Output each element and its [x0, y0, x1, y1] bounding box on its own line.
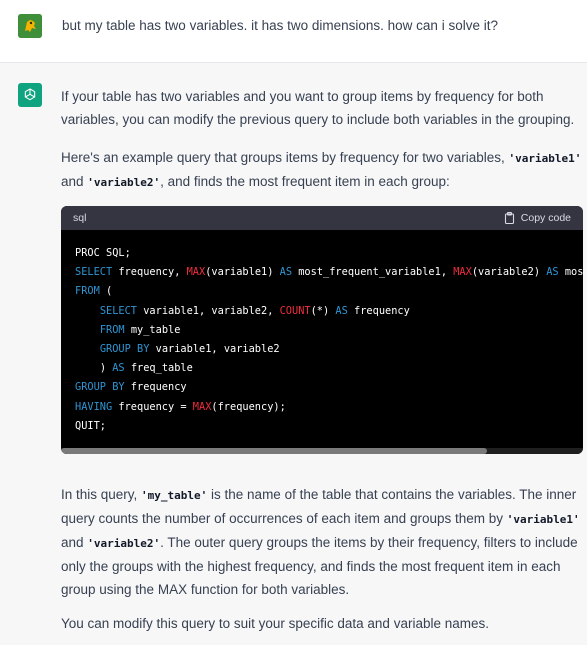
paragraph-text: Here's an example query that groups item…	[61, 150, 509, 165]
paragraph-example: Here's an example query that groups item…	[61, 146, 587, 194]
paragraph-text: , and finds the most frequent item in ea…	[160, 174, 450, 189]
code-text: (variable2)	[471, 266, 547, 279]
code-line: SELECT variable1, variable2, COUNT(*) AS…	[100, 305, 410, 317]
code-text: my_table	[124, 323, 181, 336]
code-text: freq_table	[124, 362, 193, 375]
sql-function: MAX	[192, 400, 212, 413]
sql-keyword: AS	[546, 266, 559, 279]
sql-function: MAX	[453, 266, 472, 279]
user-avatar-icon	[18, 14, 42, 38]
code-line: QUIT;	[75, 419, 106, 432]
sql-keyword: FROM	[99, 323, 125, 336]
code-content: PROC SQL; SELECT frequency, MAX(variable…	[61, 230, 583, 436]
code-text: frequency =	[112, 400, 193, 413]
paragraph-intro: If your table has two variables and you …	[61, 89, 575, 127]
copy-code-label: Copy code	[520, 212, 571, 224]
code-text: variable1, variable2,	[137, 304, 280, 317]
code-text: frequency	[124, 381, 187, 394]
code-block: sql Copy code PROC SQL; SELECT frequency…	[61, 206, 583, 454]
user-message-text: but my table has two variables. it has t…	[62, 18, 498, 33]
inline-code: 'variable1'	[508, 152, 582, 165]
user-message-row: but my table has two variables. it has t…	[0, 0, 587, 63]
sql-function: MAX	[186, 266, 206, 279]
code-text: )	[99, 362, 113, 375]
sql-keyword: AS	[335, 304, 348, 317]
paragraph-text: In this query,	[61, 487, 142, 502]
code-text: (frequency);	[211, 400, 286, 413]
paragraph-closing: You can modify this query to suit your s…	[61, 616, 489, 631]
sql-function: COUNT	[279, 304, 311, 317]
code-text: variable1, variable2	[149, 343, 280, 356]
sql-keyword: GROUP BY	[99, 343, 150, 356]
code-text: (variable1)	[205, 266, 280, 279]
code-language-label: sql	[73, 212, 87, 224]
paragraph-text: and	[61, 535, 88, 550]
paragraph-explanation: In this query, 'my_table' is the name of…	[61, 483, 583, 601]
code-text: (*)	[310, 304, 336, 317]
code-text: frequency,	[112, 266, 187, 279]
code-line: SELECT frequency, MAX(variable1) AS most…	[75, 266, 583, 278]
copy-code-button[interactable]: Copy code	[504, 212, 571, 224]
sql-keyword: HAVING	[75, 400, 113, 413]
sql-keyword: AS	[279, 266, 293, 279]
clipboard-icon	[504, 212, 514, 224]
sql-keyword: SELECT	[99, 304, 138, 317]
code-line: GROUP BY frequency	[75, 381, 187, 393]
code-line: ) AS freq_table	[100, 362, 193, 374]
code-line: HAVING frequency = MAX(frequency);	[75, 401, 286, 413]
inline-code: 'variable2'	[87, 537, 161, 550]
code-block-header: sql Copy code	[61, 206, 583, 230]
sql-keyword: GROUP BY	[75, 381, 125, 394]
sql-keyword: SELECT	[75, 266, 113, 279]
code-text: most_f	[564, 266, 583, 279]
scrollbar-thumb[interactable]	[61, 448, 487, 454]
code-line: GROUP BY variable1, variable2	[100, 343, 280, 355]
inline-code: 'my_table'	[141, 489, 208, 502]
code-text: (	[99, 285, 113, 298]
inline-code: 'variable1'	[506, 513, 580, 526]
code-line: FROM my_table	[100, 324, 181, 336]
horizontal-scrollbar[interactable]	[61, 448, 583, 454]
openai-logo-icon	[18, 83, 42, 107]
code-text: most_frequent_variable1,	[292, 266, 454, 279]
inline-code: 'variable2'	[87, 176, 161, 189]
code-text: frequency	[347, 304, 410, 317]
sql-keyword: FROM	[75, 285, 100, 298]
code-line: PROC SQL;	[75, 247, 131, 259]
code-line: FROM (	[75, 285, 112, 297]
paragraph-text: and	[61, 174, 88, 189]
sql-keyword: AS	[112, 362, 125, 375]
assistant-message-row: If your table has two variables and you …	[0, 63, 587, 645]
